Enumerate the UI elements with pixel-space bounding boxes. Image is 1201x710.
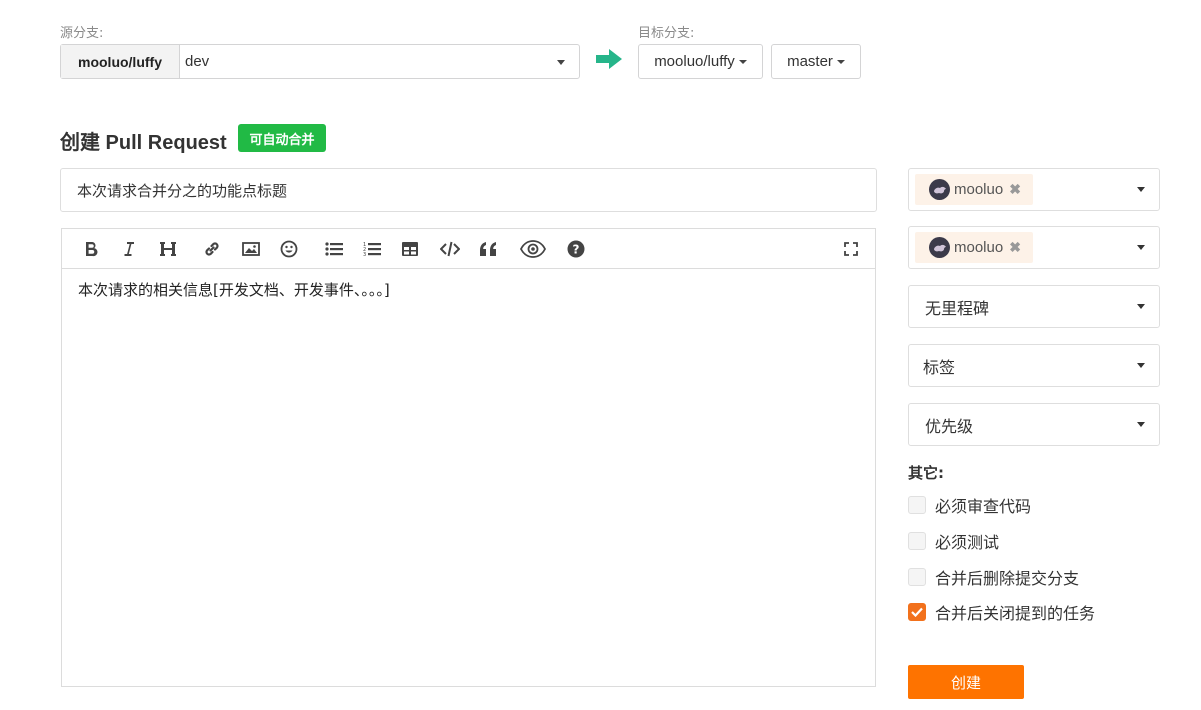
option-delete-branch[interactable]: 合并后删除提交分支 (908, 567, 1080, 588)
milestone-value: 无里程碑 (925, 298, 990, 318)
avatar (929, 179, 950, 200)
reviewer-chip: mooluo ✖ (915, 174, 1033, 205)
labels-value: 标签 (923, 357, 956, 377)
fullscreen-icon[interactable] (840, 238, 862, 260)
chevron-down-icon (1137, 422, 1145, 427)
tester-chip: mooluo ✖ (915, 232, 1033, 263)
option-require-review[interactable]: 必须审查代码 (908, 495, 1032, 516)
svg-text:3: 3 (363, 252, 366, 257)
editor-toolbar: 123 ? (62, 229, 875, 269)
option-label: 合并后关闭提到的任务 (935, 604, 1096, 623)
unordered-list-icon[interactable] (323, 238, 345, 260)
chevron-down-icon (1137, 187, 1145, 192)
checkbox[interactable] (908, 568, 926, 586)
tester-select[interactable]: mooluo ✖ (908, 226, 1160, 269)
tester-name: mooluo (954, 239, 1004, 256)
target-branch-value: master (787, 53, 833, 70)
mergeable-badge: 可自动合并 (238, 124, 326, 152)
avatar (929, 237, 950, 258)
chevron-down-icon (1137, 363, 1145, 368)
option-label: 必须测试 (935, 533, 1000, 552)
target-repo-value: mooluo/luffy (654, 53, 735, 70)
chevron-down-icon (738, 59, 747, 64)
labels-select[interactable]: 标签 (908, 344, 1160, 387)
ordered-list-icon[interactable]: 123 (361, 238, 383, 260)
option-label: 合并后删除提交分支 (935, 569, 1080, 588)
remove-icon[interactable]: ✖ (1009, 239, 1021, 256)
page-title: 创建 Pull Request (60, 132, 227, 154)
checkbox-checked[interactable] (908, 603, 926, 621)
priority-select[interactable]: 优先级 (908, 403, 1160, 446)
arrow-right-icon (596, 49, 622, 69)
milestone-select[interactable]: 无里程碑 (908, 285, 1160, 328)
option-require-test[interactable]: 必须测试 (908, 531, 1000, 552)
editor-content[interactable]: 本次请求的相关信息[开发文档、开发事件、。。。] (62, 269, 875, 310)
heading-icon[interactable] (157, 238, 179, 260)
help-icon[interactable]: ? (565, 238, 587, 260)
svg-text:?: ? (573, 243, 580, 257)
italic-icon[interactable] (118, 238, 140, 260)
quote-icon[interactable] (477, 238, 499, 260)
target-branch-label: 目标分支: (638, 26, 695, 41)
chevron-down-icon (1137, 245, 1145, 250)
source-branch-dropdown[interactable]: dev (180, 45, 579, 78)
reviewer-select[interactable]: mooluo ✖ (908, 168, 1160, 211)
emoji-icon[interactable] (278, 238, 300, 260)
pr-title-input[interactable]: 本次请求合并分之的功能点标题 (60, 168, 877, 212)
source-branch-selector[interactable]: mooluo/luffy dev (60, 44, 580, 79)
source-branch-label: 源分支: (60, 26, 104, 41)
target-repo-dropdown[interactable]: mooluo/luffy (638, 44, 763, 79)
chevron-down-icon (836, 59, 845, 64)
option-close-issues[interactable]: 合并后关闭提到的任务 (908, 602, 1096, 623)
link-icon[interactable] (201, 238, 223, 260)
checkbox[interactable] (908, 532, 926, 550)
create-button[interactable]: 创建 (908, 665, 1024, 699)
priority-value: 优先级 (925, 416, 974, 436)
pr-title-value: 本次请求合并分之的功能点标题 (77, 181, 288, 200)
target-branch-dropdown[interactable]: master (771, 44, 861, 79)
chevron-down-icon (1137, 304, 1145, 309)
checkmark-icon (911, 607, 923, 617)
remove-icon[interactable]: ✖ (1009, 181, 1021, 198)
bold-icon[interactable] (80, 238, 102, 260)
reviewer-name: mooluo (954, 181, 1004, 198)
option-label: 必须审查代码 (935, 497, 1032, 516)
markdown-editor[interactable]: 123 ? 本次请求的相关信息[开发文档、开发事件、。。。] (61, 228, 876, 687)
other-options-label: 其它: (908, 464, 944, 482)
source-branch-value: dev (185, 53, 210, 70)
source-repo: mooluo/luffy (61, 45, 180, 78)
checkbox[interactable] (908, 496, 926, 514)
preview-eye-icon[interactable] (520, 238, 546, 260)
image-icon[interactable] (240, 238, 262, 260)
table-icon[interactable] (399, 238, 421, 260)
code-icon[interactable] (439, 238, 461, 260)
chevron-down-icon (557, 60, 565, 65)
